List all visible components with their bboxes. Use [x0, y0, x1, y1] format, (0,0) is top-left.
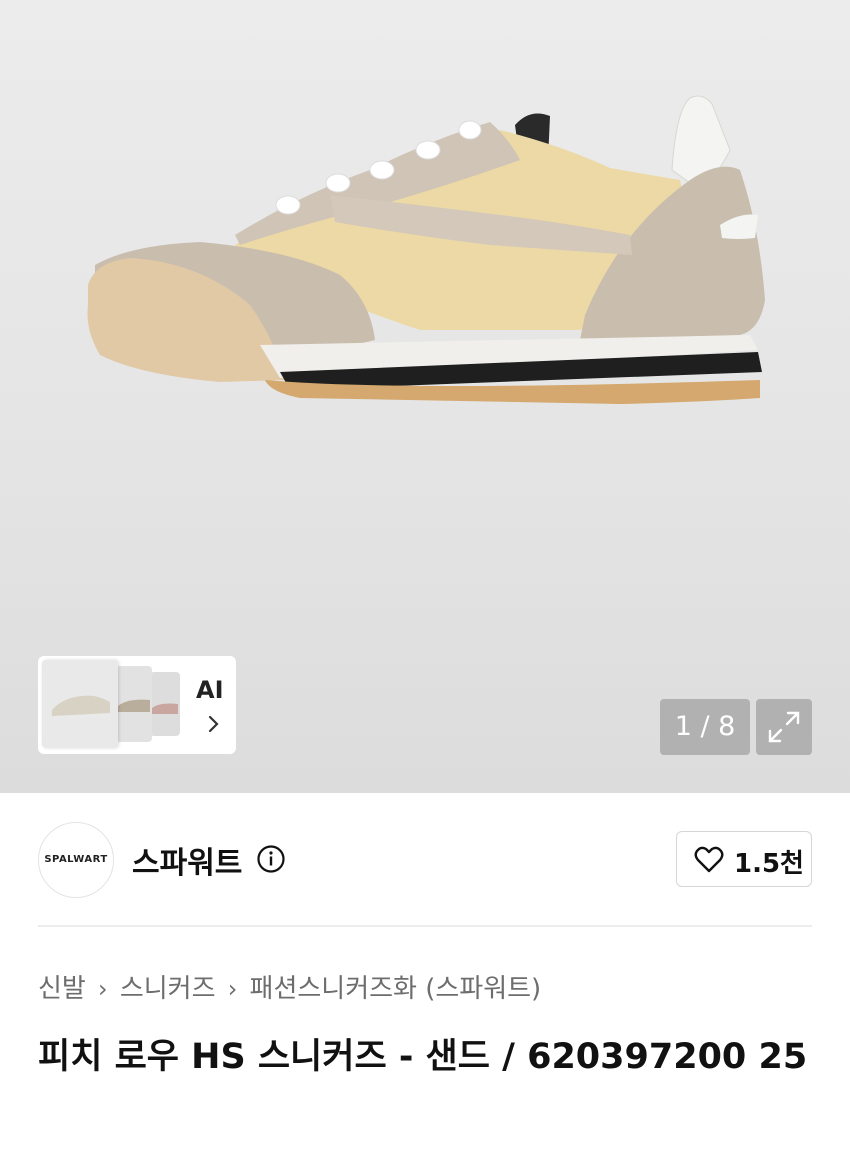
- expand-button[interactable]: [756, 699, 812, 755]
- brand-logo[interactable]: SPALWART: [38, 822, 114, 898]
- product-image-gallery[interactable]: AI 1 / 8: [0, 0, 850, 793]
- divider: [38, 925, 812, 927]
- expand-icon: [768, 711, 800, 743]
- chevron-right-icon: ›: [227, 975, 238, 1003]
- chevron-right-icon: ›: [98, 975, 108, 1003]
- image-pager: 1 / 8: [660, 699, 750, 755]
- product-title: 피치 로우 HS 스니커즈 - 샌드 / 620397200 25: [38, 1037, 808, 1077]
- breadcrumb-item[interactable]: 신발: [38, 974, 86, 1004]
- breadcrumb: 신발 › 스니커즈 › 패션스니커즈화 (스파워트): [38, 968, 541, 1005]
- ai-thumbnail-strip[interactable]: AI: [38, 656, 236, 754]
- heart-icon: [694, 846, 724, 873]
- thumbnail-3[interactable]: [150, 672, 180, 736]
- info-icon[interactable]: [256, 844, 286, 874]
- like-button[interactable]: 1.5천: [676, 831, 812, 887]
- like-count: 1.5천: [734, 849, 804, 879]
- chevron-right-icon[interactable]: [200, 710, 228, 738]
- thumbnail-2[interactable]: [116, 666, 152, 742]
- breadcrumb-item[interactable]: 스니커즈: [120, 974, 216, 1004]
- brand-name[interactable]: 스파워트: [132, 838, 242, 882]
- breadcrumb-item[interactable]: 패션스니커즈화 (스파워트): [250, 974, 542, 1004]
- thumbnail-1[interactable]: [42, 660, 118, 748]
- ai-label[interactable]: AI: [196, 676, 224, 704]
